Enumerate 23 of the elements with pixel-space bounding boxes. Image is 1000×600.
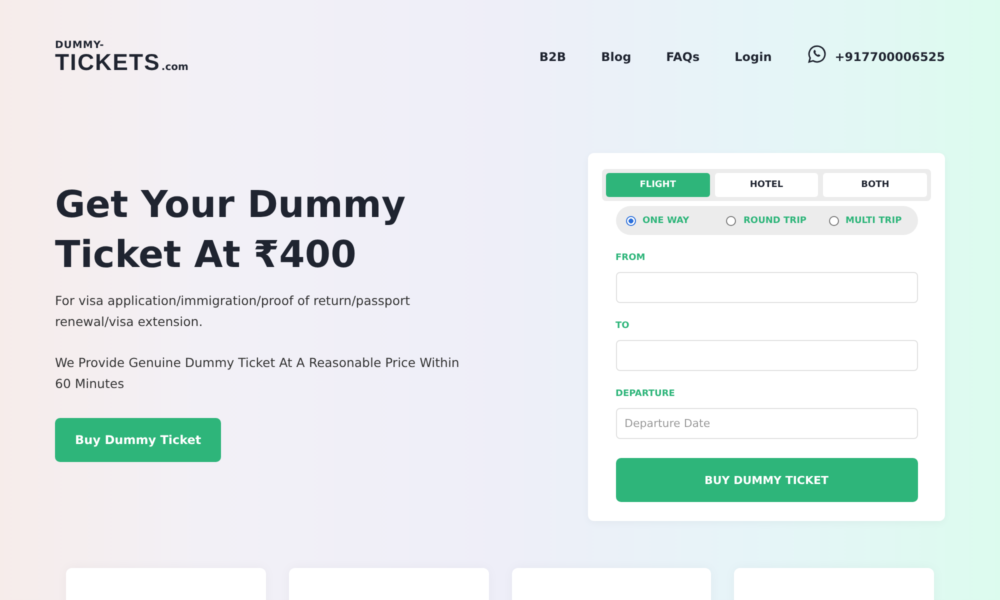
- tab[interactable]: HOTEL: [714, 173, 818, 197]
- field-label: FROM: [616, 253, 646, 263]
- logo-text: TICKETS: [55, 50, 160, 74]
- logo-text: .com: [161, 62, 188, 72]
- phone-link[interactable]: +917700006525: [834, 50, 945, 64]
- hero-subtitle: For visa application/immigration/proof of return/passport renewal/visa extension.: [55, 292, 412, 331]
- tab[interactable]: BOTH: [823, 173, 928, 197]
- field-label: DEPARTURE: [616, 389, 676, 399]
- nav-link[interactable]: FAQs: [666, 50, 700, 64]
- input-field[interactable]: [616, 272, 918, 303]
- logo-text: DUMMY-: [55, 40, 106, 50]
- radio-button[interactable]: [726, 216, 736, 226]
- radio-button[interactable]: [626, 216, 636, 226]
- input-field[interactable]: [616, 340, 918, 371]
- nav-link[interactable]: B2B: [539, 50, 566, 64]
- nav-link[interactable]: Blog: [601, 50, 632, 64]
- field-label: TO: [616, 321, 630, 331]
- hero-title: Get Your Dummy Ticket At ₹400: [55, 182, 407, 278]
- radio-button[interactable]: [828, 216, 839, 226]
- whatsapp-icon[interactable]: [806, 44, 827, 64]
- input-field[interactable]: Departure Date: [616, 408, 918, 439]
- nav-link[interactable]: Login: [734, 50, 772, 64]
- hero-text: We Provide Genuine Dummy Ticket At A Reasonable Price Within 60 Minutes: [55, 354, 460, 393]
